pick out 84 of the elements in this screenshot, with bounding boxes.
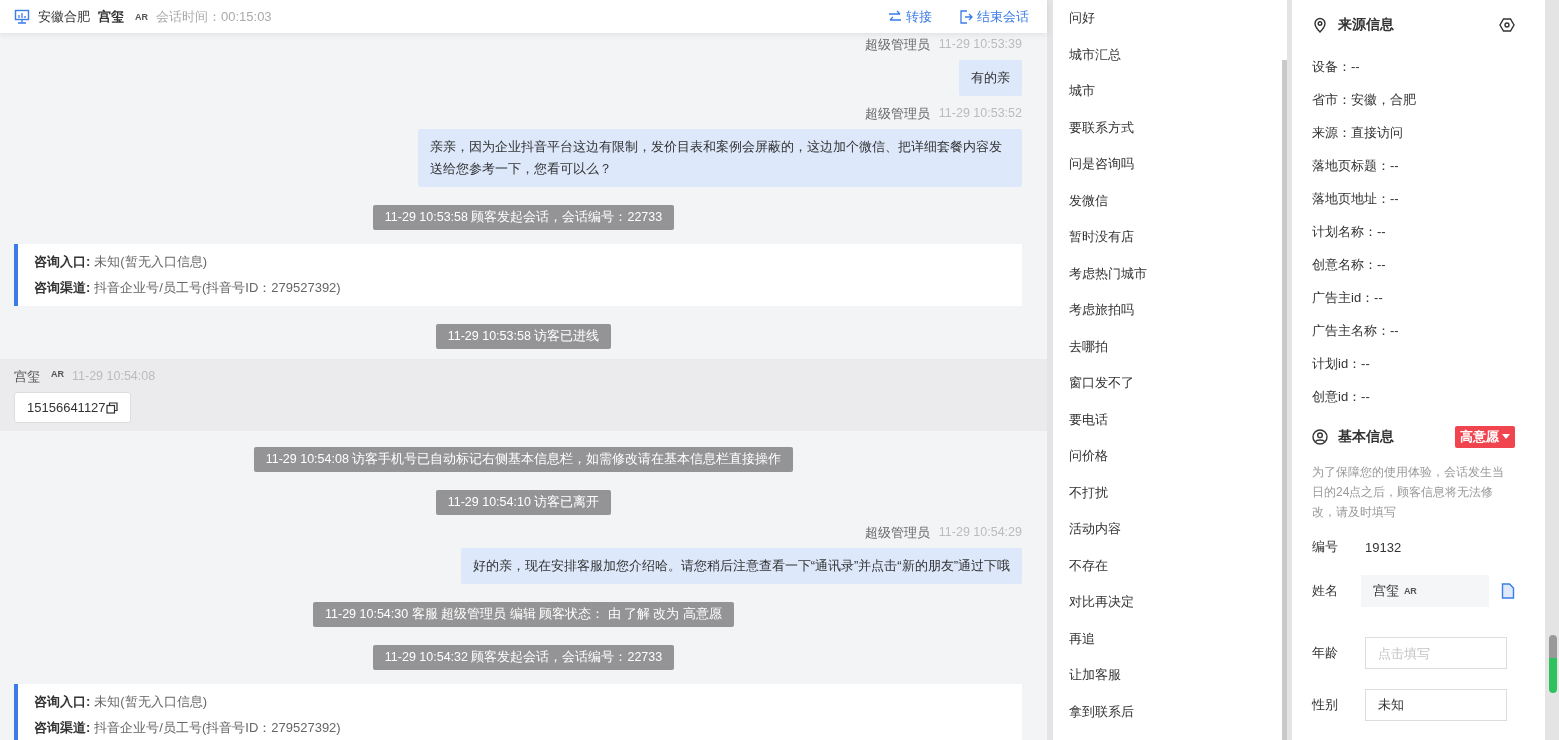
source-info-row-text: 创意id：-- xyxy=(1312,387,1371,406)
status-dropdown[interactable]: 高意愿 xyxy=(1455,426,1515,449)
name-tag: AR xyxy=(1403,586,1417,596)
input-field[interactable]: 未知 xyxy=(1365,689,1507,721)
location-text: 安徽合肥 xyxy=(38,7,90,26)
quick-reply-item[interactable]: 对比再决定 xyxy=(1069,584,1249,621)
message-time: 11-29 10:54:29 xyxy=(938,525,1022,541)
quick-reply-item[interactable]: 问好 xyxy=(1069,0,1249,37)
section-title: 基本信息 xyxy=(1338,428,1394,447)
quick-reply-item[interactable]: 城市汇总 xyxy=(1069,36,1249,73)
info-value: 抖音企业号/员工号(抖音号ID：279527392) xyxy=(94,279,341,297)
field-label: 编号 xyxy=(1312,538,1339,556)
source-info-row-text: 广告主名称：-- xyxy=(1312,321,1400,340)
quick-reply-item[interactable]: 拿到联系后 xyxy=(1069,693,1249,730)
quick-reply-item[interactable]: 去哪拍 xyxy=(1069,328,1249,365)
message-time: 11-29 10:53:39 xyxy=(938,37,1022,53)
source-info-row-text: 计划id：-- xyxy=(1312,354,1371,373)
caret-down-icon xyxy=(1502,434,1510,441)
visitor-tag: AR xyxy=(135,11,148,22)
exit-icon xyxy=(958,8,974,25)
quick-reply-item[interactable]: 问价格 xyxy=(1069,438,1249,475)
quick-reply-item[interactable]: 要电话 xyxy=(1069,401,1249,438)
system-notice: 11-29 10:54:08 访客手机号已自动标记右侧基本信息栏，如需修改请在基本信息栏直接操作 xyxy=(253,447,794,472)
info-value: 未知(暂无入口信息) xyxy=(94,693,207,711)
quick-reply-item[interactable]: 要联系方式 xyxy=(1069,109,1249,146)
quick-reply-item[interactable]: 不存在 xyxy=(1069,547,1249,584)
source-info-row-text: 落地页地址：-- xyxy=(1312,189,1400,208)
quick-reply-item[interactable]: 城市 xyxy=(1069,73,1249,110)
transfer-button[interactable]: 转接 xyxy=(887,7,932,26)
sender-name: 宫玺 xyxy=(14,369,40,386)
source-info-row-text: 来源：直接访问 xyxy=(1312,123,1404,142)
hexagon-settings-icon xyxy=(1499,16,1515,33)
visitor-name: 宫玺 xyxy=(98,7,124,26)
sender-name: 超级管理员 xyxy=(864,525,930,542)
field-label: 姓名 xyxy=(1312,582,1339,600)
copy-icon xyxy=(105,401,118,414)
end-session-button[interactable]: 结束会话 xyxy=(958,7,1029,26)
source-info-row-text: 广告主id：-- xyxy=(1312,288,1384,307)
source-info-row-text: 创意名称：-- xyxy=(1312,255,1387,274)
field-label: 性别 xyxy=(1312,696,1339,714)
quick-reply-item[interactable]: 问是咨询吗 xyxy=(1069,146,1249,183)
notice-text: 为了保障您的使用体验，会话发生当日的24点之后，顾客信息将无法修改，请及时填写 xyxy=(1312,464,1505,521)
section-title: 来源信息 xyxy=(1338,15,1394,34)
message-time: 11-29 10:53:52 xyxy=(938,106,1022,122)
system-notice: 11-29 10:54:10 访客已离开 xyxy=(435,490,612,515)
source-info-row-text: 计划名称：-- xyxy=(1312,222,1387,241)
quick-reply-item[interactable]: 让加客服 xyxy=(1069,657,1249,694)
message-bubble: 有的亲 xyxy=(959,60,1022,96)
quick-reply-item[interactable]: 再追 xyxy=(1069,620,1249,657)
source-info-row-text: 设备：-- xyxy=(1312,57,1361,76)
phone-number: 15156641127 xyxy=(27,400,106,415)
source-info-row-text: 落地页标题：-- xyxy=(1312,156,1400,175)
system-notice: 11-29 10:54:30 客服 超级管理员 编辑 顾客状态： 由 了解 改为 高意愿 xyxy=(313,602,734,627)
system-notice: 11-29 10:53:58 顾客发起会话，会话编号：22733 xyxy=(372,205,675,230)
quick-reply-item[interactable]: 暂时没有店 xyxy=(1069,219,1249,256)
field-label: 年龄 xyxy=(1312,644,1339,662)
quick-reply-item[interactable]: 不打扰 xyxy=(1069,474,1249,511)
info-label: 咨询渠道: xyxy=(34,279,91,297)
system-notice: 11-29 10:53:58 访客已进线 xyxy=(435,324,612,349)
monitor-icon xyxy=(14,8,30,25)
sender-name: 超级管理员 xyxy=(864,106,930,123)
scrollbar-thumb[interactable] xyxy=(1549,635,1557,693)
info-label: 咨询入口: xyxy=(34,253,91,271)
quick-reply-item[interactable]: 考虑旅拍吗 xyxy=(1069,292,1249,329)
visitor-tag: AR xyxy=(51,369,64,386)
message-bubble: 好的亲，现在安排客服加您介绍哈。请您稍后注意查看一下“通讯录”并点击“新的朋友”通过下哦 xyxy=(460,548,1022,584)
quick-reply-item[interactable]: 窗口发不了 xyxy=(1069,365,1249,402)
info-label: 咨询渠道: xyxy=(34,719,91,737)
field-value: 19132 xyxy=(1365,539,1402,555)
info-value: 未知(暂无入口信息) xyxy=(94,253,207,271)
document-icon xyxy=(1501,583,1515,599)
quick-reply-item[interactable]: 活动内容 xyxy=(1069,511,1249,548)
source-info-row-text: 省市：安徽，合肥 xyxy=(1312,90,1417,109)
message-bubble: 亲亲，因为企业抖音平台这边有限制，发价目表和案例会屏蔽的，这边加个微信、把详细套餐内容发送给您参考一下，您看可以么？ xyxy=(418,129,1022,187)
system-notice: 11-29 10:54:32 顾客发起会话，会话编号：22733 xyxy=(372,645,675,670)
sender-name: 超级管理员 xyxy=(864,37,930,54)
quick-reply-item[interactable]: 发微信 xyxy=(1069,182,1249,219)
session-duration: 会话时间：00:15:03 xyxy=(156,7,272,26)
quick-reply-item[interactable]: 考虑热门城市 xyxy=(1069,255,1249,292)
location-pin-icon xyxy=(1312,16,1328,33)
field-value: 宫玺 xyxy=(1372,582,1399,600)
user-circle-icon xyxy=(1312,429,1328,446)
info-label: 咨询入口: xyxy=(34,693,91,711)
info-value: 抖音企业号/员工号(抖音号ID：279527392) xyxy=(94,719,341,737)
